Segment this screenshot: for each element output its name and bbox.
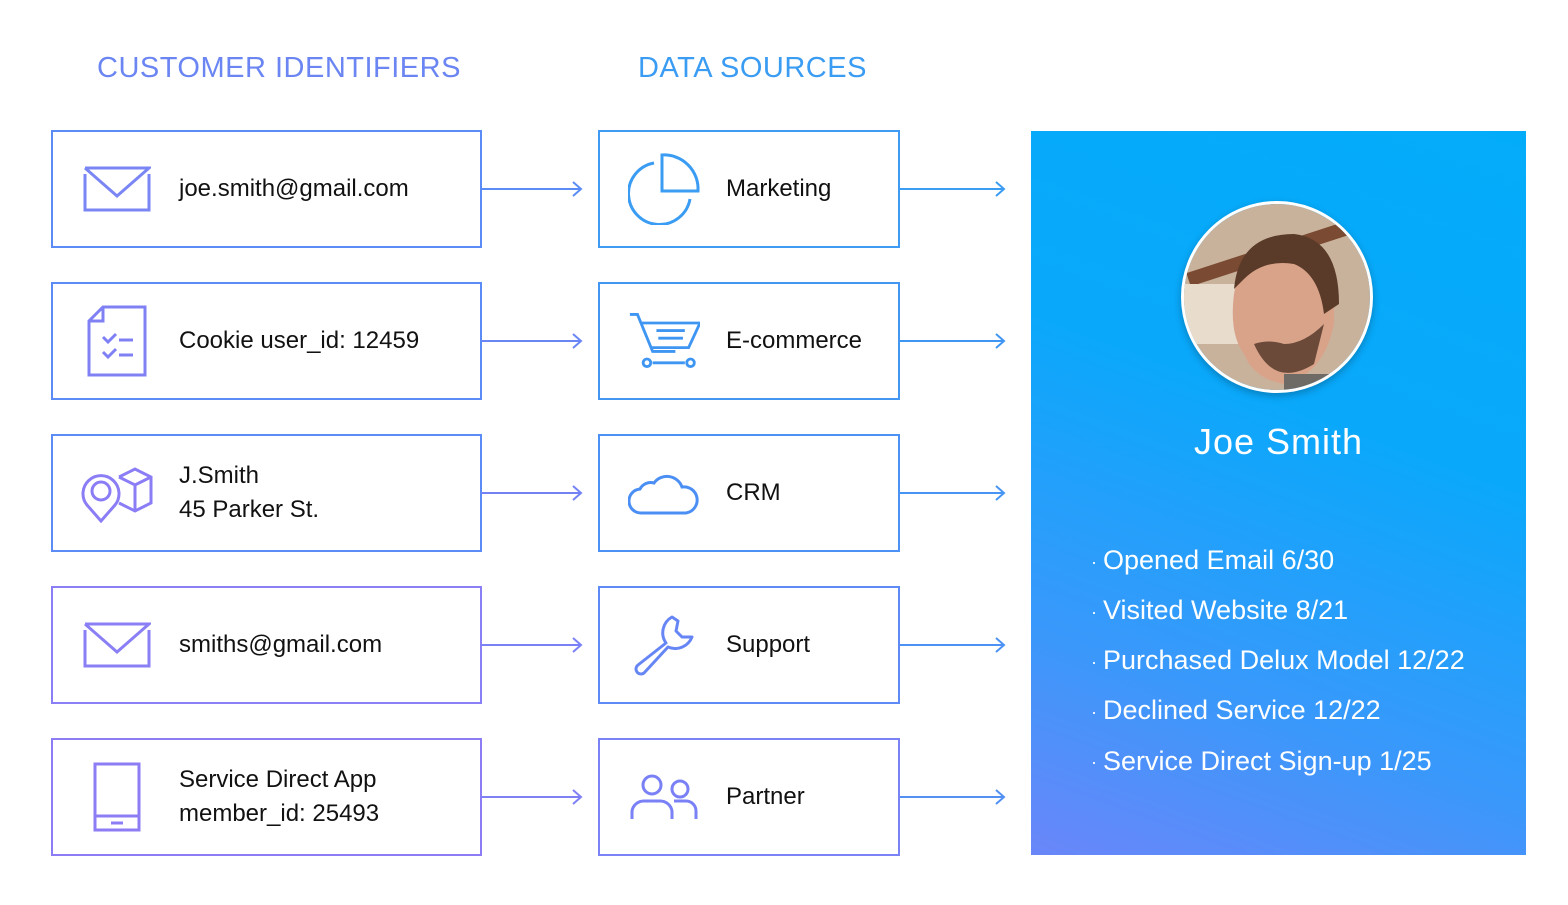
source-box-partner: Partner (598, 738, 900, 856)
identifier-box-email: joe.smith@gmail.com (51, 130, 482, 248)
identifier-text: Cookie user_id: 12459 (179, 327, 420, 354)
data-sources-heading: DATA SOURCES (638, 52, 867, 84)
connector-arrow (481, 483, 585, 503)
source-label: CRM (726, 479, 781, 506)
source-label: Marketing (726, 175, 832, 202)
identifier-box-cookie: Cookie user_id: 12459 (51, 282, 482, 400)
connector-arrow (900, 483, 1008, 503)
source-label: E-commerce (726, 327, 863, 354)
wrench-icon (628, 609, 700, 681)
activity-item: · Service Direct Sign-up 1/25 (1091, 745, 1432, 776)
identifier-box-app: Service Direct App member_id: 25493 (51, 738, 482, 856)
location-package-icon (81, 457, 153, 529)
customer-name: Joe Smith (1193, 421, 1364, 462)
customer-identifiers-heading: CUSTOMER IDENTIFIERS (97, 52, 461, 84)
checklist-document-icon (81, 305, 153, 377)
envelope-icon (81, 609, 153, 681)
activity-item: · Declined Service 12/22 (1091, 695, 1381, 726)
identifier-text: J.Smith 45 Parker St. (179, 462, 320, 523)
mobile-phone-icon (81, 761, 153, 833)
identifier-box-email-2: smiths@gmail.com (51, 586, 482, 704)
activity-list: · Opened Email 6/30 · Visited Website 8/21… (1091, 536, 1465, 787)
customer-profile-card: Joe Smith · Opened Email 6/30 · Visited We… (1031, 131, 1526, 855)
activity-item: · Opened Email 6/30 (1091, 545, 1335, 575)
pie-chart-icon (628, 153, 700, 225)
source-box-support: Support (598, 586, 900, 704)
source-box-marketing: Marketing (598, 130, 900, 248)
identifier-text: Service Direct App member_id: 25493 (179, 766, 380, 827)
source-box-ecommerce: E-commerce (598, 282, 900, 400)
source-label: Support (726, 631, 811, 658)
connector-arrow (481, 635, 585, 655)
avatar (1181, 201, 1373, 393)
connector-arrow (481, 331, 585, 351)
identifier-text: smiths@gmail.com (179, 631, 383, 658)
connector-arrow (900, 331, 1008, 351)
users-icon (628, 761, 700, 833)
connector-arrow (900, 635, 1008, 655)
source-box-crm: CRM (598, 434, 900, 552)
connector-arrow (900, 787, 1008, 807)
connector-arrow (481, 787, 585, 807)
connector-arrow (481, 179, 585, 199)
envelope-icon (81, 153, 153, 225)
shopping-cart-icon (628, 305, 700, 377)
connector-arrow (900, 179, 1008, 199)
identifier-box-address: J.Smith 45 Parker St. (51, 434, 482, 552)
source-label: Partner (726, 783, 805, 810)
identifier-text: joe.smith@gmail.com (179, 175, 409, 202)
activity-item: · Purchased Delux Model 12/22 (1091, 645, 1465, 676)
activity-item: · Visited Website 8/21 (1091, 595, 1349, 626)
cloud-icon (628, 457, 700, 529)
